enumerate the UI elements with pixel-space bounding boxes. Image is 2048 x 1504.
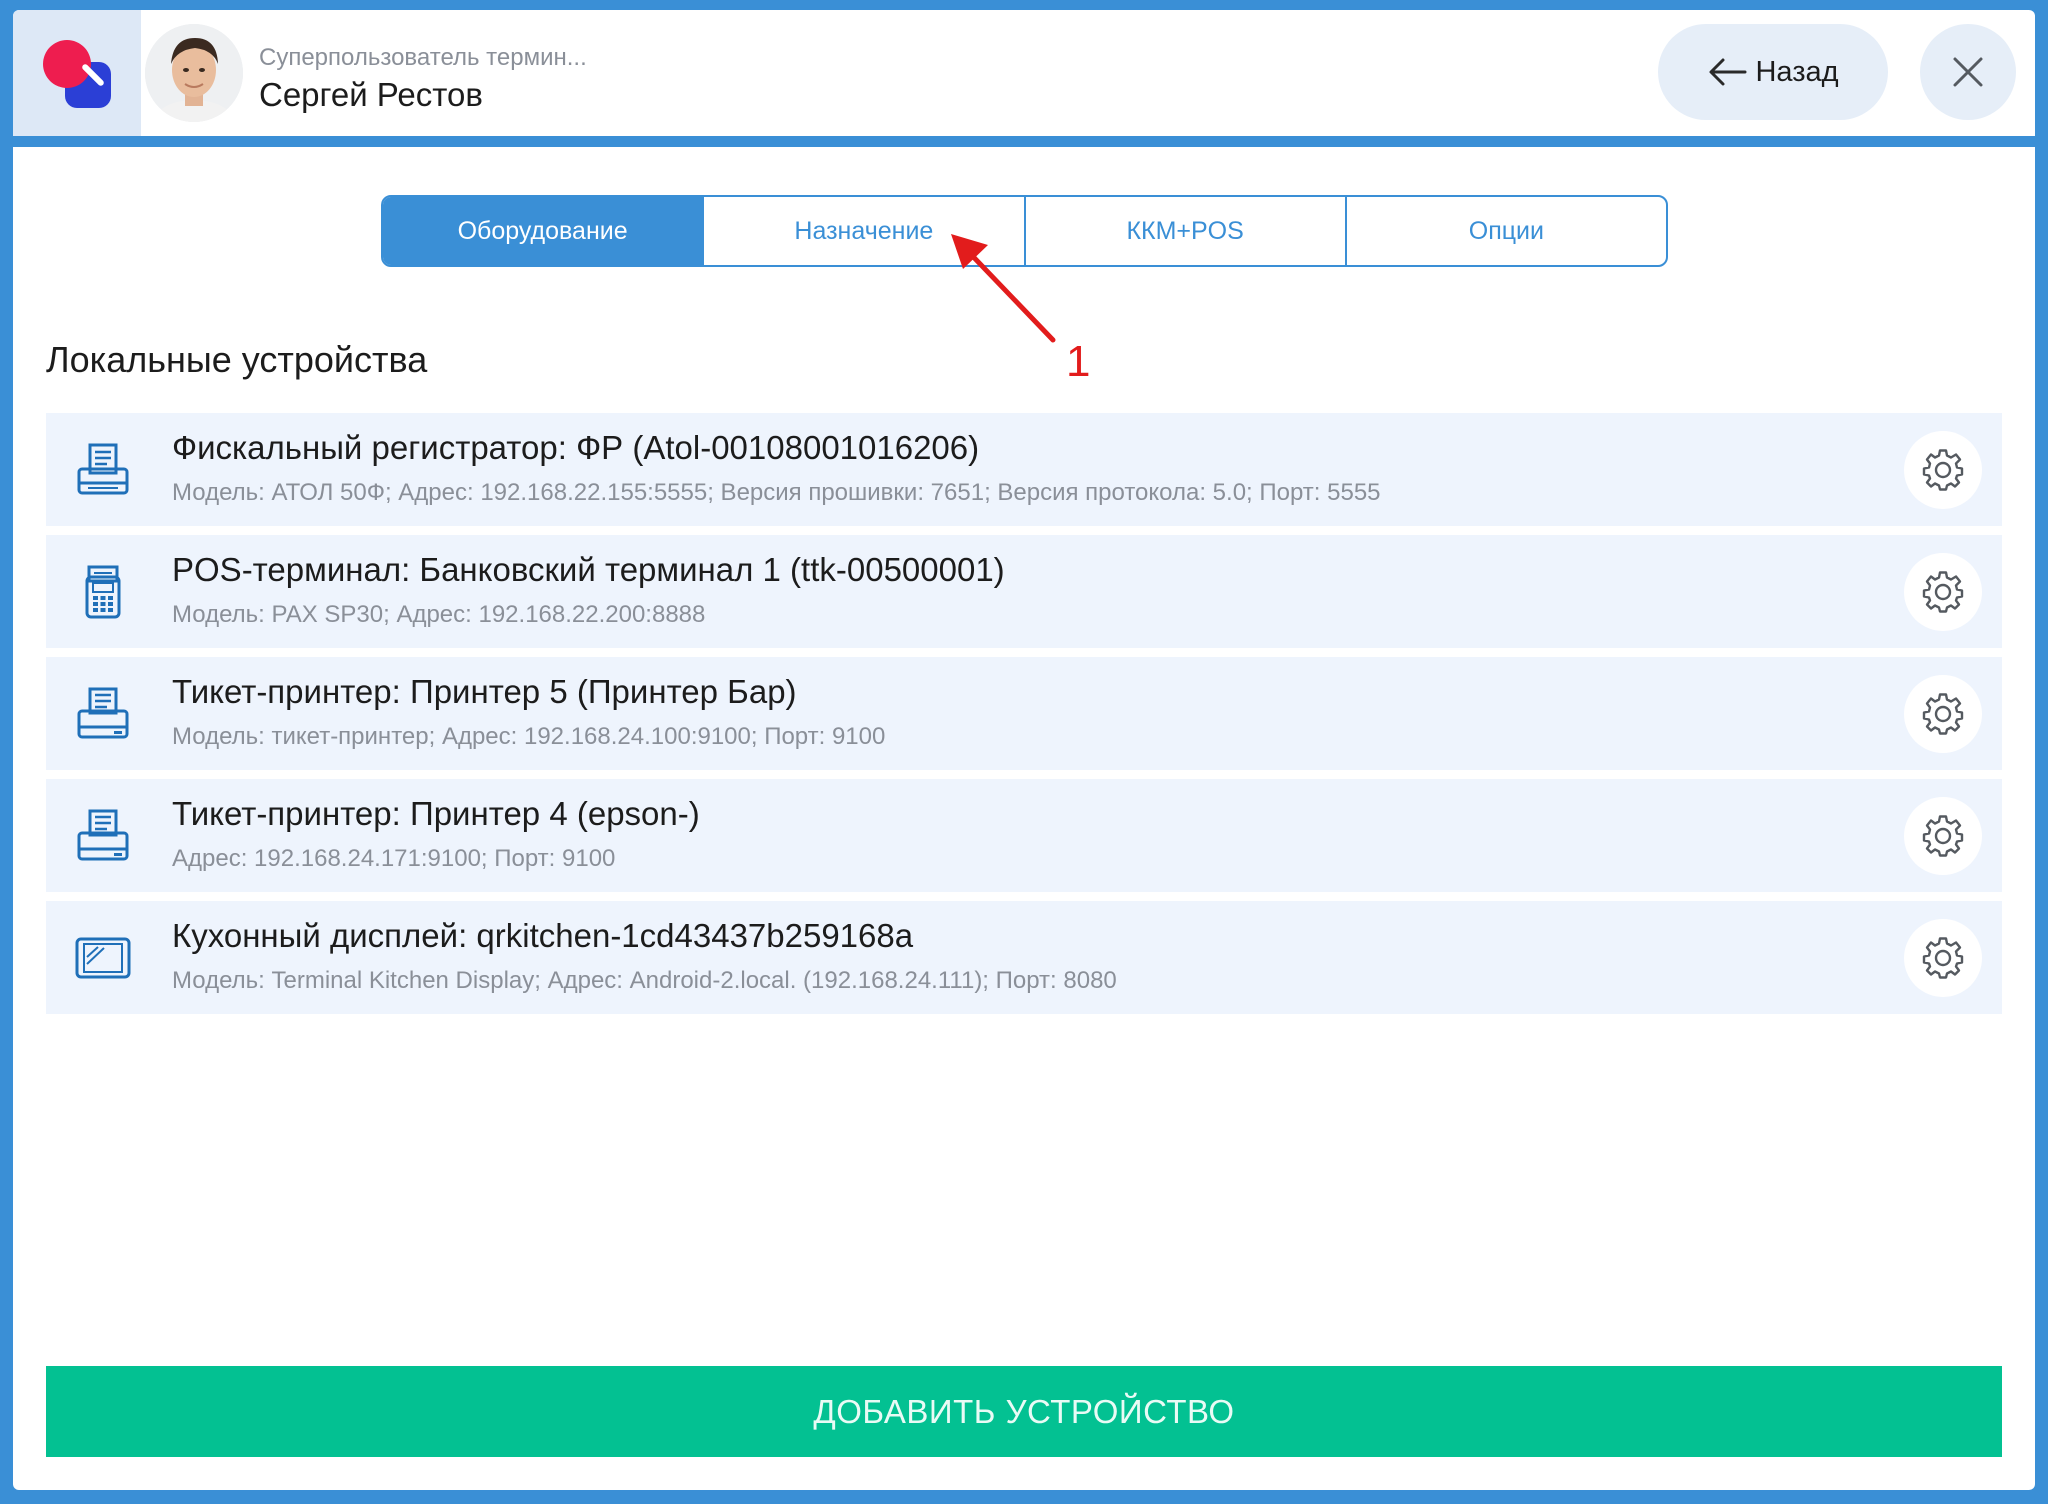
list-item[interactable]: Фискальный регистратор: ФР (Atol-0010800… [46,413,2002,526]
tab-options[interactable]: Опции [1347,197,1666,265]
device-title: Тикет-принтер: Принтер 5 (Принтер Бар) [172,673,797,710]
fiscal-printer-icon [77,443,129,495]
device-details: Модель: тикет-принтер; Адрес: 192.168.24… [172,723,886,750]
gear-icon [1922,693,1964,735]
ticket-printer-icon [77,809,129,861]
ticket-printer-icon [77,687,129,739]
section-title: Локальные устройства [46,339,428,380]
add-device-button[interactable]: ДОБАВИТЬ УСТРОЙСТВО [46,1366,2002,1457]
device-settings-button[interactable] [1904,919,1982,997]
device-title: Фискальный регистратор: ФР (Atol-0010800… [172,429,980,466]
tab-kkm-pos[interactable]: ККМ+POS [1026,197,1347,265]
list-item[interactable]: Тикет-принтер: Принтер 4 (epson-) Адрес:… [46,779,2002,892]
device-details: Модель: PAX SP30; Адрес: 192.168.22.200:… [172,601,706,628]
gear-icon [1922,449,1964,491]
app-logo [13,10,141,136]
list-item[interactable]: Тикет-принтер: Принтер 5 (Принтер Бар) М… [46,657,2002,770]
close-icon [1953,57,1983,87]
arrow-left-icon [1709,58,1747,86]
device-list: Фискальный регистратор: ФР (Atol-0010800… [46,413,2002,1023]
list-item[interactable]: Кухонный дисплей: qrkitchen-1cd43437b259… [46,901,2002,1014]
gear-icon [1922,571,1964,613]
header: Суперпользователь термин... Сергей Ресто… [13,10,2035,136]
device-title: POS-терминал: Банковский терминал 1 (ttk… [172,551,1005,588]
device-details: Модель: АТОЛ 50Ф; Адрес: 192.168.22.155:… [172,479,1381,506]
back-button[interactable]: Назад [1658,24,1888,120]
pos-terminal-icon [85,565,121,619]
device-title: Кухонный дисплей: qrkitchen-1cd43437b259… [172,917,914,954]
device-settings-button[interactable] [1904,797,1982,875]
annotation-arrow [951,234,1056,343]
user-name: Сергей Рестов [259,76,483,113]
tab-equipment[interactable]: Оборудование [383,197,705,265]
avatar [145,24,243,122]
app-window: Суперпользователь термин... Сергей Ресто… [13,10,2035,1490]
device-details: Адрес: 192.168.24.171:9100; Порт: 9100 [172,845,616,872]
device-title: Тикет-принтер: Принтер 4 (epson-) [172,795,700,832]
kitchen-display-icon [75,937,131,979]
close-button[interactable] [1920,24,2016,120]
device-settings-button[interactable] [1904,675,1982,753]
device-details: Модель: Terminal Kitchen Display; Адрес:… [172,967,1117,994]
user-role: Суперпользователь термин... [259,44,587,71]
device-settings-button[interactable] [1904,431,1982,509]
gear-icon [1922,937,1964,979]
device-settings-button[interactable] [1904,553,1982,631]
content-panel: Оборудование Назначение ККМ+POS Опции 1 … [13,147,2035,1490]
back-button-label: Назад [1755,55,1839,88]
gear-icon [1922,815,1964,857]
annotation-number: 1 [1066,337,1091,386]
list-item[interactable]: POS-терминал: Банковский терминал 1 (ttk… [46,535,2002,648]
